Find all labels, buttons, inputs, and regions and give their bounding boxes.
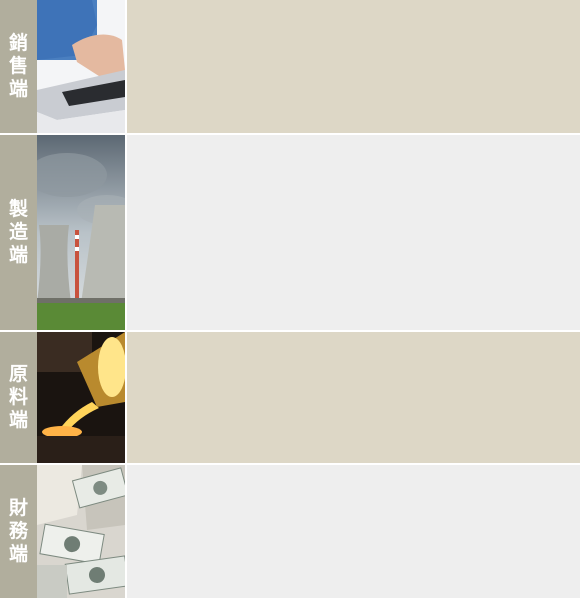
cooling-towers-photo: [37, 135, 125, 330]
label-char: 造: [8, 221, 28, 243]
label-char: 務: [8, 520, 28, 542]
label-char: 財: [8, 497, 28, 519]
label-char: 端: [8, 78, 28, 100]
row-label-sales: 銷 售 端: [0, 0, 37, 133]
label-char: 售: [8, 55, 28, 77]
label-char: 原: [8, 363, 28, 385]
row-label-finance: 財 務 端: [0, 465, 37, 598]
molten-metal-pouring-photo: [37, 332, 125, 463]
row-raw-materials: 原 料 端: [0, 332, 580, 463]
row-label-raw-materials: 原 料 端: [0, 332, 37, 463]
row-sales: 銷 售 端: [0, 0, 580, 133]
row-manufacturing: 製 造 端: [0, 135, 580, 330]
label-char: 銷: [8, 32, 28, 54]
row-label-manufacturing: 製 造 端: [0, 135, 37, 330]
sales-content-panel: [127, 0, 580, 133]
laptop-typing-photo: [37, 0, 125, 133]
row-finance: 財 務 端: [0, 465, 580, 598]
manufacturing-content-panel: [127, 135, 580, 330]
label-char: 製: [8, 198, 28, 220]
label-char: 端: [8, 543, 28, 565]
label-char: 端: [8, 244, 28, 266]
label-char: 料: [8, 386, 28, 408]
raw-materials-content-panel: [127, 332, 580, 463]
label-char: 端: [8, 409, 28, 431]
dollar-bills-photo: [37, 465, 125, 598]
finance-content-panel: [127, 465, 580, 598]
